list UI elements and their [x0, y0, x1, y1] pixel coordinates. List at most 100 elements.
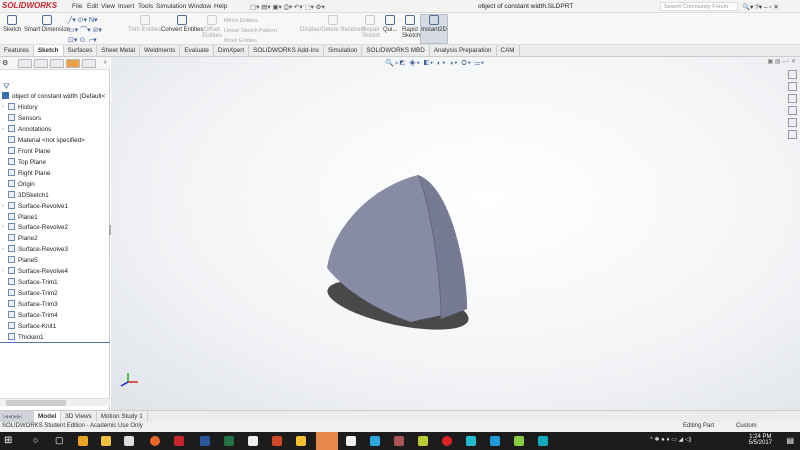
expand-arrow-icon[interactable]: › [2, 102, 4, 113]
app-icon[interactable] [394, 436, 404, 446]
expand-arrow-icon[interactable]: › [2, 222, 4, 233]
tab-solidworks-add-ins[interactable]: SOLIDWORKS Add-Ins [249, 45, 324, 56]
tree-item[interactable]: Top Plane [8, 157, 46, 168]
expand-arrow-icon[interactable]: › [2, 201, 4, 212]
convert-entities-button[interactable]: Convert Entities [161, 15, 203, 33]
feature-manager-tab[interactable]: ⚙ [2, 59, 16, 68]
tree-item[interactable]: Plane2 [8, 233, 38, 244]
menu-tools[interactable]: Tools [138, 3, 153, 10]
app-icon[interactable] [370, 436, 380, 446]
system-tray-icons[interactable]: ^ ✱ ● ♦ ▭ ◢ ◁) [650, 436, 691, 443]
units-dropdown[interactable]: Custom [736, 423, 757, 429]
tree-item[interactable]: › Surface-Revolve3 [2, 244, 68, 255]
solidworks-taskbar-icon[interactable] [174, 436, 184, 446]
view-tab-model[interactable]: Model [34, 411, 62, 422]
tab-sketch[interactable]: Sketch [33, 45, 64, 56]
design-library-icon[interactable] [788, 94, 797, 103]
file-explorer-icon[interactable] [101, 436, 111, 446]
notes-icon[interactable] [346, 436, 356, 446]
photos-icon[interactable] [248, 436, 258, 446]
chrome-icon[interactable] [78, 436, 88, 446]
tree-item[interactable]: Sensors [8, 113, 41, 124]
tree-item[interactable]: › Surface-Revolve2 [2, 222, 68, 233]
tab-surfaces[interactable]: Surfaces [64, 45, 98, 56]
tree-item[interactable]: Surface-Knit1 [8, 321, 56, 332]
app-icon[interactable] [490, 436, 500, 446]
menu-file[interactable]: File [72, 3, 82, 10]
tree-item[interactable]: Right Plane [8, 168, 51, 179]
tab-simulation[interactable]: Simulation [324, 45, 363, 56]
rapid-sketch-button[interactable]: Rapid Sketch [402, 15, 420, 39]
tree-item[interactable]: Plane5 [8, 255, 38, 266]
tree-item[interactable]: Origin [8, 179, 35, 190]
tree-item[interactable]: Front Plane [8, 146, 51, 157]
tab-scroll-arrows[interactable]: |◀◀ ▶▶| [0, 411, 34, 422]
chevron-right-icon[interactable]: › [104, 59, 106, 66]
resources-icon[interactable] [788, 82, 797, 91]
quick-access-toolbar-icons[interactable]: ▢▾ ▤▾ ▣▾ ⎙▾ ↶▾ ⬚▾ ⚙▾ [250, 3, 325, 12]
task-view-icon[interactable]: ▢ [55, 435, 64, 446]
tab-cam[interactable]: CAM [497, 45, 520, 56]
tab-sheet-metal[interactable]: Sheet Metal [97, 45, 140, 56]
clock[interactable]: 1:24 PM 5/5/2017 [749, 434, 772, 446]
search-input[interactable]: Search Community Forum [660, 2, 738, 11]
app-icon[interactable] [514, 436, 524, 446]
tree-item[interactable]: Surface-Trim3 [8, 299, 58, 310]
active-app-icon[interactable] [316, 432, 338, 450]
property-manager-tab[interactable] [18, 59, 32, 68]
app-icon[interactable] [442, 436, 452, 446]
tab-features[interactable]: Features [0, 45, 34, 56]
window-controls[interactable]: 🔍▾ ?▾ – ▫ ✕ [742, 3, 779, 11]
menu-simulation[interactable]: Simulation [156, 3, 186, 10]
notifications-icon[interactable]: ▤ [786, 436, 794, 445]
menu-view[interactable]: View [101, 3, 115, 10]
tree-item[interactable]: Plane1 [8, 212, 38, 223]
expand-arrow-icon[interactable]: › [2, 124, 4, 135]
tree-item[interactable]: Surface-Trim2 [8, 288, 58, 299]
menu-help[interactable]: Help [214, 3, 227, 10]
sketch-entity-tools[interactable]: ╱▾ ⊙▾ Ν▾ ▭▾ ⌒▾ ⊘▾ ⊡▾ ⊙ ⌐▾ [68, 16, 102, 46]
tree-item[interactable]: 3DSketch1 [8, 190, 49, 201]
appearances-icon[interactable] [788, 118, 797, 127]
app-icon[interactable] [418, 436, 428, 446]
tab-analysis-preparation[interactable]: Analysis Preparation [430, 45, 497, 56]
repair-sketch-button[interactable]: Repair Sketch [362, 15, 380, 39]
dimxpert-manager-tab[interactable] [50, 59, 64, 68]
firefox-icon[interactable] [150, 436, 160, 446]
view-tab-motion-study-1[interactable]: Motion Study 1 [97, 411, 148, 422]
mirror-entities-button[interactable]: Mirror Entities [224, 16, 277, 26]
tree-root[interactable]: object of constant width (Default< [2, 91, 105, 102]
expand-arrow-icon[interactable]: › [2, 266, 4, 277]
viewport-window-controls[interactable]: ▣ ▤ – ▫ ✕ [768, 58, 797, 65]
app-icon[interactable] [466, 436, 476, 446]
excel-icon[interactable] [224, 436, 234, 446]
trim-entities-button[interactable]: Trim Entities [128, 15, 161, 33]
quick-snaps-button[interactable]: Qui... [383, 15, 397, 33]
tree-item[interactable]: Surface-Trim1 [8, 277, 58, 288]
horizontal-scrollbar[interactable] [0, 398, 110, 406]
rollback-bar[interactable] [0, 342, 110, 343]
expand-arrow-icon[interactable]: › [2, 244, 4, 255]
search-icon[interactable]: ○ [33, 435, 38, 445]
linear-pattern-button[interactable]: Linear Sketch Pattern [224, 26, 277, 36]
tab-dimxpert[interactable]: DimXpert [214, 45, 250, 56]
mail-icon[interactable] [124, 436, 134, 446]
tree-item[interactable]: › History [2, 102, 38, 113]
tab-evaluate[interactable]: Evaluate [180, 45, 214, 56]
graphics-area[interactable]: 🔍⌕◩ ◈▾ ◧▾ ◐▾ ◑▾ ◎▾ ▭▾ ▣ ▤ – ▫ ✕ [111, 57, 800, 410]
cam-tab[interactable] [82, 59, 96, 68]
offset-entities-button[interactable]: Offset Entities [202, 15, 222, 39]
custom-properties-icon[interactable] [788, 130, 797, 139]
display-delete-relations-button[interactable]: Display/Delete Relations [300, 15, 365, 33]
menu-edit[interactable]: Edit [87, 3, 98, 10]
menu-window[interactable]: Window [188, 3, 211, 10]
tab-weldments[interactable]: Weldments [140, 45, 181, 56]
view-tab-3d-views[interactable]: 3D Views [61, 411, 97, 422]
tree-item[interactable]: › Surface-Revolve1 [2, 201, 68, 212]
configuration-manager-tab[interactable] [34, 59, 48, 68]
home-icon[interactable] [788, 70, 797, 79]
file-explorer-icon[interactable] [788, 106, 797, 115]
menu-insert[interactable]: Insert [118, 3, 134, 10]
app-icon[interactable] [538, 436, 548, 446]
tree-item[interactable]: › Surface-Revolve4 [2, 266, 68, 277]
